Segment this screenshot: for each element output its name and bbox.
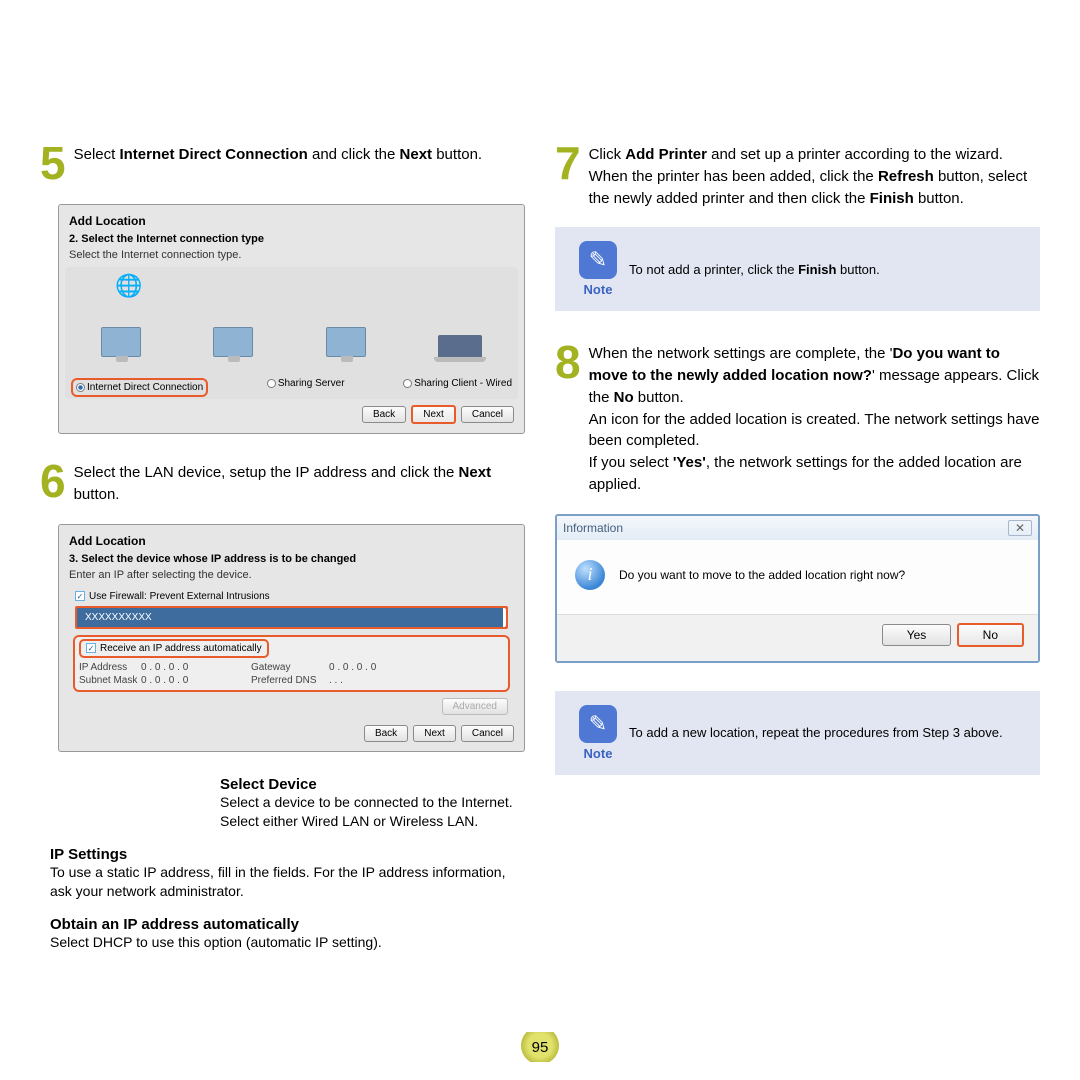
- note-text: To not add a printer, click the Finish b…: [629, 262, 880, 277]
- check-icon: ✓: [86, 643, 96, 653]
- pc-icon: [101, 327, 141, 357]
- radio-icon: [267, 379, 276, 388]
- note-label: Note: [567, 746, 629, 761]
- step-text: Click Add Printer and set up a printer a…: [589, 140, 1040, 209]
- back-button[interactable]: Back: [364, 725, 408, 742]
- note-text: To add a new location, repeat the proced…: [629, 725, 1003, 740]
- step-number: 6: [40, 458, 66, 506]
- info-icon: i: [575, 560, 605, 590]
- step-number: 5: [40, 140, 66, 186]
- next-button[interactable]: Next: [413, 725, 456, 742]
- note-box: ✎ Note To add a new location, repeat the…: [555, 691, 1040, 775]
- step-text: Select Internet Direct Connection and cl…: [74, 140, 483, 186]
- subnet-label: Subnet Mask: [79, 675, 141, 686]
- yes-button[interactable]: Yes: [882, 624, 952, 646]
- right-column: 7 Click Add Printer and set up a printer…: [555, 140, 1040, 966]
- cancel-button[interactable]: Cancel: [461, 406, 514, 423]
- check-icon: ✓: [75, 591, 85, 601]
- step-7: 7 Click Add Printer and set up a printer…: [555, 140, 1040, 209]
- add-location-dialog-1: Add Location 2. Select the Internet conn…: [58, 204, 525, 434]
- gateway-value[interactable]: 0 . 0 . 0 . 0: [329, 662, 439, 673]
- ip-address-value[interactable]: 0 . 0 . 0 . 0: [141, 662, 251, 673]
- step-5: 5 Select Internet Direct Connection and …: [40, 140, 525, 186]
- gateway-label: Gateway: [251, 662, 329, 673]
- dialog-title: Add Location: [65, 531, 518, 551]
- dialog-hint: Enter an IP after selecting the device.: [65, 567, 518, 587]
- dialog-subtitle: 3. Select the device whose IP address is…: [65, 551, 518, 567]
- subnet-value[interactable]: 0 . 0 . 0 . 0: [141, 675, 251, 686]
- ip-address-label: IP Address: [79, 662, 141, 673]
- dialog-title: Add Location: [65, 211, 518, 231]
- auto-ip-title: Obtain an IP address automatically: [50, 916, 525, 933]
- back-button[interactable]: Back: [362, 406, 406, 423]
- dialog-subtitle: 2. Select the Internet connection type: [65, 231, 518, 247]
- ip-settings-text: To use a static IP address, fill in the …: [50, 863, 525, 902]
- select-device-text: Select a device to be connected to the I…: [220, 793, 525, 832]
- radio-icon: [403, 379, 412, 388]
- information-dialog: Information ✕ i Do you want to move to t…: [555, 514, 1040, 663]
- note-box: ✎ Note To not add a printer, click the F…: [555, 227, 1040, 311]
- next-button[interactable]: Next: [411, 405, 456, 424]
- step-number: 7: [555, 140, 581, 209]
- note-icon: ✎: [579, 705, 617, 743]
- option-sharing-server[interactable]: Sharing Server: [267, 378, 345, 397]
- step-text: Select the LAN device, setup the IP addr…: [74, 458, 525, 506]
- connection-options: 🌐 Internet Direct Connection Sharing Ser…: [65, 267, 518, 399]
- firewall-checkbox[interactable]: ✓Use Firewall: Prevent External Intrusio…: [71, 589, 512, 604]
- page-number: 95: [519, 1032, 561, 1062]
- auto-ip-text: Select DHCP to use this option (automati…: [50, 933, 525, 953]
- dialog-hint: Select the Internet connection type.: [65, 247, 518, 267]
- radio-icon: [76, 383, 85, 392]
- left-column: 5 Select Internet Direct Connection and …: [40, 140, 525, 966]
- dns-label: Preferred DNS: [251, 675, 329, 686]
- device-select[interactable]: XXXXXXXXXX: [75, 606, 508, 629]
- select-device-title: Select Device: [220, 776, 525, 793]
- step-number: 8: [555, 339, 581, 495]
- no-button[interactable]: No: [957, 623, 1024, 647]
- info-title: Information: [563, 521, 623, 535]
- info-message: Do you want to move to the added locatio…: [619, 568, 905, 582]
- option-sharing-client[interactable]: Sharing Client - Wired: [403, 378, 512, 397]
- ip-settings-title: IP Settings: [50, 846, 525, 863]
- advanced-button: Advanced: [442, 698, 508, 715]
- step-8: 8 When the network settings are complete…: [555, 339, 1040, 495]
- option-internet-direct[interactable]: Internet Direct Connection: [71, 378, 208, 397]
- note-label: Note: [567, 282, 629, 297]
- callouts: Select Device Select a device to be conn…: [50, 776, 525, 953]
- cancel-button[interactable]: Cancel: [461, 725, 514, 742]
- pc-icon: [213, 327, 253, 357]
- laptop-icon: [438, 335, 482, 357]
- step-text: When the network settings are complete, …: [589, 339, 1040, 495]
- globe-icon: 🌐: [115, 273, 142, 299]
- close-button[interactable]: ✕: [1008, 520, 1032, 536]
- add-location-dialog-2: Add Location 3. Select the device whose …: [58, 524, 525, 752]
- ip-settings-block: ✓Receive an IP address automatically IP …: [73, 635, 510, 692]
- pc-icon: [326, 327, 366, 357]
- note-icon: ✎: [579, 241, 617, 279]
- auto-ip-checkbox[interactable]: ✓Receive an IP address automatically: [79, 639, 269, 658]
- step-6: 6 Select the LAN device, setup the IP ad…: [40, 458, 525, 506]
- dns-value[interactable]: . . .: [329, 675, 439, 686]
